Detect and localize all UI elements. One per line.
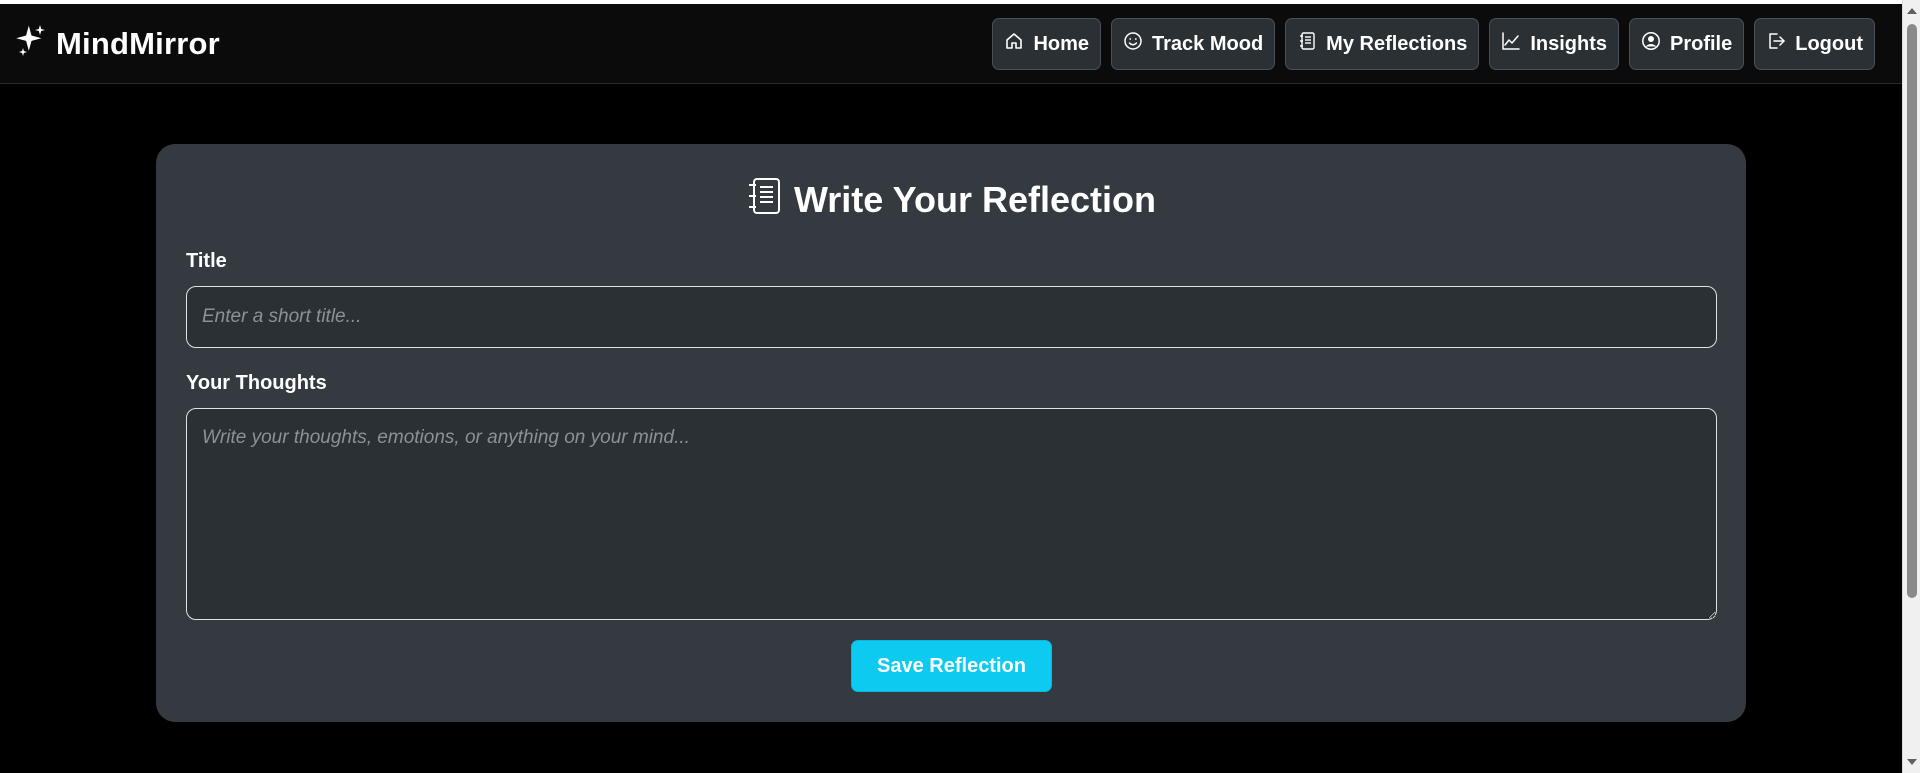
nav-links: Home Track Mood My Reflections Insights … xyxy=(992,18,1875,70)
nav-my-reflections-button[interactable]: My Reflections xyxy=(1285,18,1480,70)
nav-logout-button[interactable]: Logout xyxy=(1754,18,1875,70)
house-icon xyxy=(1004,31,1024,57)
nav-logout-label: Logout xyxy=(1795,32,1863,55)
title-label: Title xyxy=(186,250,227,272)
person-circle-icon xyxy=(1641,31,1661,57)
top-navbar: MindMirror Home Track Mood My Reflection… xyxy=(0,4,1902,84)
scroll-thumb[interactable] xyxy=(1907,24,1917,598)
nav-track-mood-button[interactable]: Track Mood xyxy=(1111,18,1276,70)
page-title-text: Write Your Reflection xyxy=(793,179,1157,220)
page-title: Write Your Reflection xyxy=(156,174,1746,226)
smiley-icon xyxy=(1123,31,1143,57)
journal-icon xyxy=(1297,31,1317,57)
reflection-card: Write Your Reflection Title Your Thought… xyxy=(156,144,1746,722)
nav-track-mood-label: Track Mood xyxy=(1152,32,1264,55)
nav-my-reflections-label: My Reflections xyxy=(1326,32,1468,55)
thoughts-label: Your Thoughts xyxy=(186,372,327,394)
thoughts-textarea[interactable] xyxy=(186,408,1717,620)
nav-insights-label: Insights xyxy=(1530,32,1607,55)
brand-name: MindMirror xyxy=(56,26,220,61)
nav-profile-button[interactable]: Profile xyxy=(1629,18,1745,70)
vertical-scrollbar[interactable] xyxy=(1902,0,1920,773)
journal-icon xyxy=(746,176,782,225)
nav-profile-label: Profile xyxy=(1670,32,1733,55)
title-input[interactable] xyxy=(186,286,1717,348)
sparkles-icon xyxy=(16,23,46,65)
scroll-up-icon[interactable] xyxy=(1907,8,1917,14)
browser-window: MindMirror Home Track Mood My Reflection… xyxy=(0,0,1920,773)
nav-home-label: Home xyxy=(1033,32,1090,55)
save-reflection-button[interactable]: Save Reflection xyxy=(851,640,1052,692)
line-chart-icon xyxy=(1501,31,1521,57)
nav-home-button[interactable]: Home xyxy=(992,18,1102,70)
scroll-down-icon[interactable] xyxy=(1907,759,1917,765)
nav-insights-button[interactable]: Insights xyxy=(1489,18,1619,70)
brand-logo[interactable]: MindMirror xyxy=(16,24,220,64)
logout-icon xyxy=(1766,31,1786,57)
